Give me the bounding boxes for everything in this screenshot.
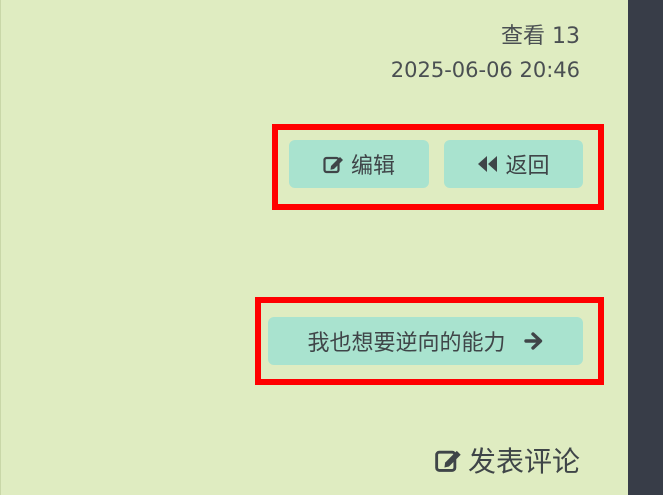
edit-button-label: 编辑 (350, 154, 395, 179)
edit-icon (323, 154, 345, 174)
next-post-button[interactable]: 我也想要逆向的能力 (268, 317, 583, 365)
post-comment-link[interactable]: 发表评论 (434, 440, 580, 480)
edit-button[interactable]: 编辑 (289, 140, 429, 188)
post-date: 2025-06-06 20:46 (390, 58, 580, 82)
right-sidebar (628, 0, 663, 495)
arrow-right-icon (523, 331, 544, 351)
edit-icon (434, 447, 464, 473)
next-post-label: 我也想要逆向的能力 (307, 331, 506, 356)
back-button-label: 返回 (505, 154, 550, 179)
back-button[interactable]: 返回 (444, 140, 583, 188)
post-content-area: 查看 13 2025-06-06 20:46 编辑 返回 我也想要逆向的能力 发… (0, 0, 628, 495)
backward-icon (477, 155, 499, 173)
post-comment-label: 发表评论 (467, 445, 580, 478)
view-count: 查看 13 (501, 24, 580, 49)
